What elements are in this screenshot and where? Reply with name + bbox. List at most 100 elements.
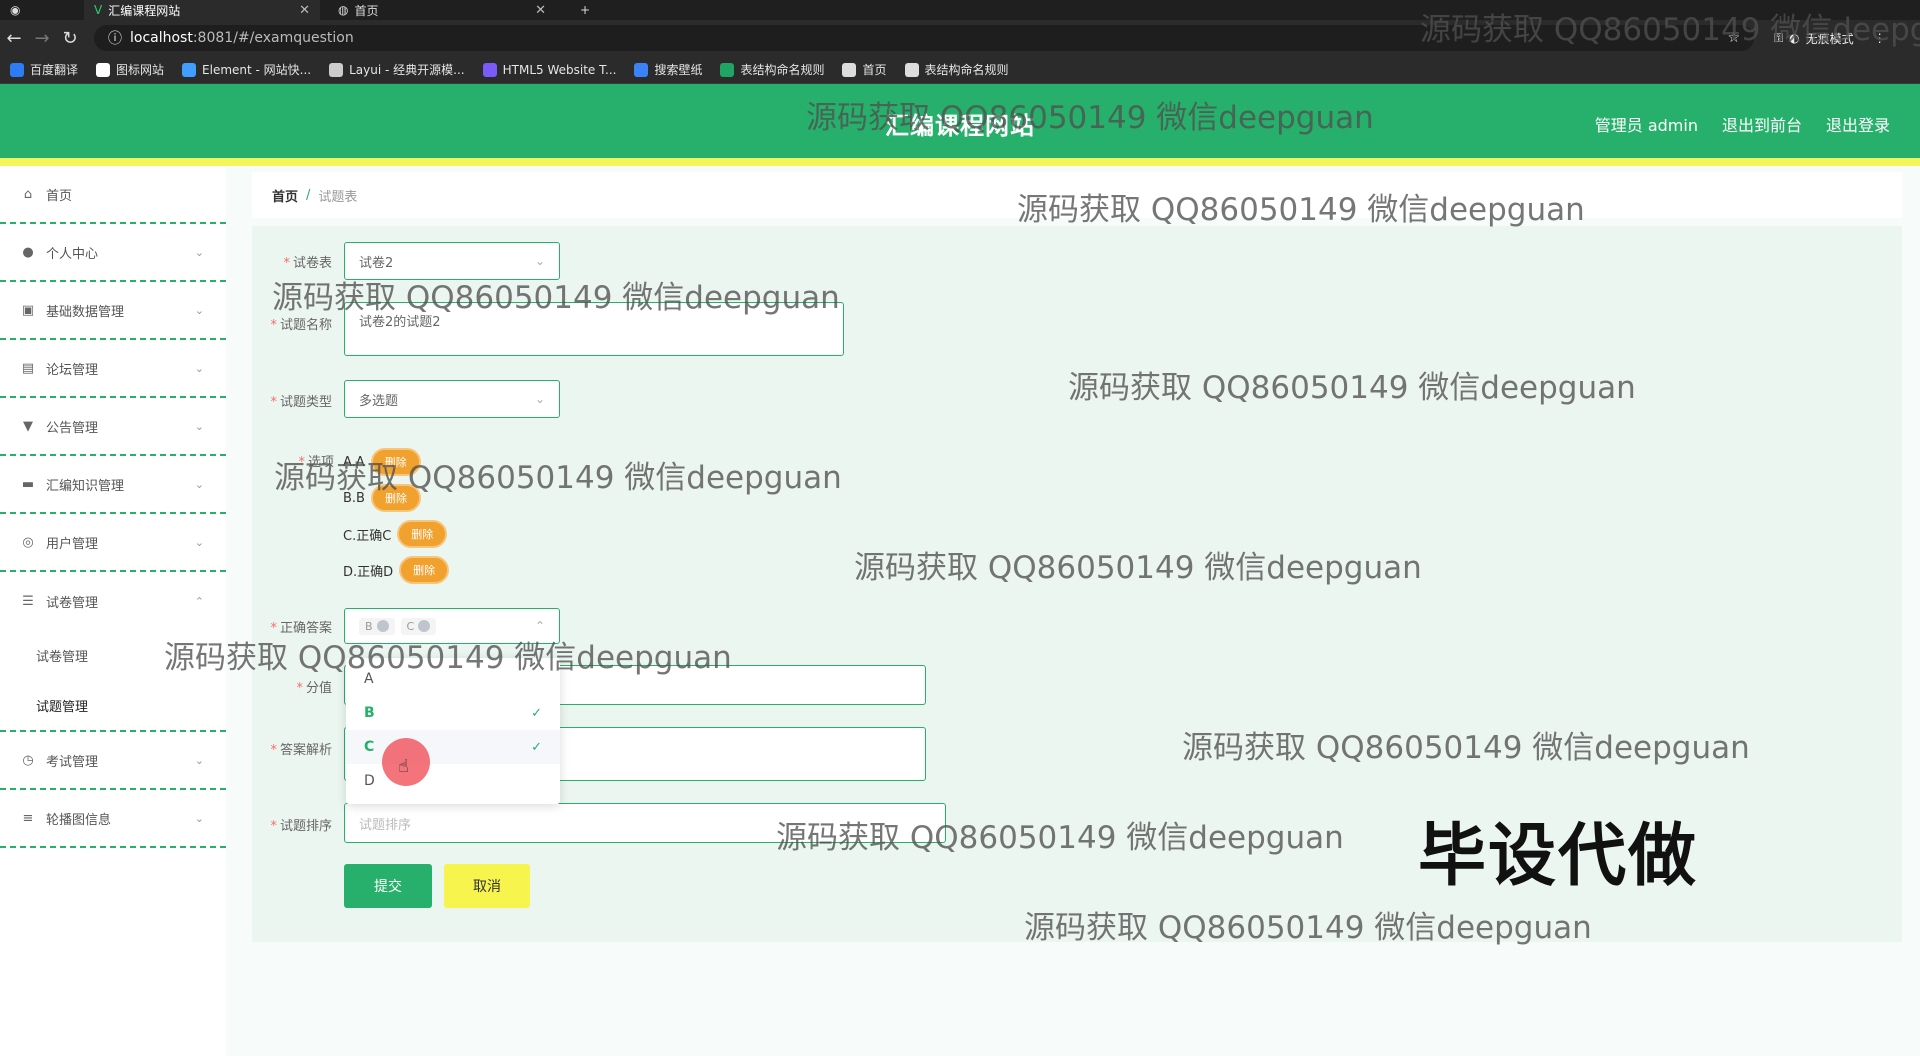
app-header: 汇编课程网站 管理员 admin 退出到前台 退出登录: [0, 84, 1920, 158]
watermark-large: 毕设代做: [1418, 817, 1699, 896]
breadcrumb-separator: /: [306, 187, 311, 203]
cancel-button[interactable]: 取消: [444, 864, 530, 908]
user-icon: ●: [22, 244, 34, 260]
browser-menu-icon[interactable]: ◉: [0, 0, 40, 20]
home-icon: ⌂: [23, 186, 33, 202]
forum-icon: ▤: [21, 360, 35, 376]
breadcrumb: 首页 / 试题表: [252, 172, 1902, 218]
submit-button[interactable]: 提交: [344, 864, 432, 908]
sidebar-item[interactable]: ◷ 考试管理 ⌄: [0, 732, 226, 790]
back-icon[interactable]: ←: [0, 28, 28, 49]
option-row: A.A 删除: [343, 448, 421, 476]
check-icon: ✓: [531, 739, 542, 755]
tab-favicon-icon: ◍: [338, 3, 349, 17]
score-label: * 分值: [296, 681, 332, 696]
sidebar-item[interactable]: ▣ 基础数据管理 ⌄: [0, 282, 226, 340]
dropdown-option[interactable]: D: [346, 764, 560, 798]
dropdown-option[interactable]: B ✓: [346, 696, 560, 730]
bookmark-icon: [329, 62, 344, 77]
clock-icon: ◷: [22, 752, 34, 768]
chevron-down-icon: ⌄: [534, 254, 545, 268]
forward-icon[interactable]: →: [28, 28, 56, 49]
sidebar-item[interactable]: ▬ 汇编知识管理 ⌄: [0, 456, 226, 514]
delete-option-button[interactable]: 删除: [370, 484, 421, 512]
bookmark-item[interactable]: 表结构命名规则: [904, 61, 1009, 78]
bookmark-icon: [482, 62, 497, 77]
sidebar-item[interactable]: ◎ 用户管理 ⌄: [0, 514, 226, 572]
sort-label: * 试题排序: [270, 819, 332, 834]
info-icon: ⓘ: [108, 31, 122, 47]
more-icon[interactable]: ⋮: [1874, 31, 1886, 45]
bookmark-icon: [842, 62, 857, 77]
bookmark-star-icon[interactable]: ☆: [1727, 30, 1740, 46]
sidebar-item[interactable]: ⌂ 首页: [0, 166, 226, 224]
sidebar-item[interactable]: ▤ 论坛管理 ⌄: [0, 340, 226, 398]
option-row: C.正确C 删除: [343, 520, 448, 548]
paper-select[interactable]: 试卷2 ⌄: [344, 242, 560, 280]
browser-tab-bar: ◉ V 汇编课程网站 ✕ ◍ 首页 ✕ +: [0, 0, 1920, 20]
bookmark-item[interactable]: 表结构命名规则: [720, 61, 824, 78]
answer-label: * 正确答案: [270, 621, 332, 636]
type-label: * 试题类型: [270, 395, 332, 410]
incognito-icon: ◐: [1789, 31, 1800, 45]
answer-tag: C: [400, 617, 437, 635]
url-input[interactable]: ⓘ localhost :8081/#/examquestion ☆: [94, 25, 1754, 51]
type-select[interactable]: 多选题 ⌄: [344, 380, 560, 418]
header-accent-bar: [0, 158, 1920, 166]
sidebar-subitem[interactable]: 试卷管理: [0, 630, 226, 680]
bookmark-icon: [96, 62, 111, 77]
sort-input[interactable]: 试题排序: [344, 803, 946, 843]
delete-option-button[interactable]: 删除: [370, 448, 421, 476]
breadcrumb-home[interactable]: 首页: [272, 186, 298, 205]
answer-multiselect[interactable]: B C ⌃: [344, 608, 560, 644]
tag-close-icon[interactable]: [376, 620, 389, 632]
sliders-icon: ≡: [22, 810, 34, 826]
tab-app[interactable]: V 汇编课程网站 ✕: [84, 0, 320, 20]
incognito-indicator[interactable]: ⚿ ◐ 无痕模式 ⋮: [1774, 30, 1886, 47]
sidebar-item[interactable]: ☰ 试卷管理 ⌃: [0, 572, 226, 630]
tab-close-icon[interactable]: ✕: [535, 3, 546, 18]
bookmark-item[interactable]: HTML5 Website T...: [482, 62, 616, 77]
tag-close-icon[interactable]: [418, 620, 431, 632]
answer-dropdown: A B ✓ C ✓ D: [346, 658, 560, 804]
bookmark-item[interactable]: Layui - 经典开源模...: [329, 61, 465, 78]
paper-label: * 试卷表: [283, 256, 332, 271]
chevron-down-icon: ⌄: [194, 535, 204, 549]
key-icon: ⚿: [1774, 30, 1784, 45]
bookmark-item[interactable]: Element - 网站快...: [182, 61, 311, 78]
tab-favicon-icon: V: [94, 3, 103, 17]
sidebar-item[interactable]: ● 个人中心 ⌄: [0, 224, 226, 282]
delete-option-button[interactable]: 删除: [397, 520, 448, 548]
sidebar-item[interactable]: ≡ 轮播图信息 ⌄: [0, 790, 226, 848]
users-icon: ◎: [22, 534, 34, 550]
delete-option-button[interactable]: 删除: [399, 556, 450, 584]
bookmark-item[interactable]: 搜索壁纸: [634, 61, 702, 78]
new-tab-button[interactable]: +: [570, 0, 600, 20]
bookmark-icon: [634, 62, 649, 77]
chevron-down-icon: ⌄: [194, 477, 204, 491]
list-icon: ☰: [22, 593, 34, 609]
bookmark-item[interactable]: 图标网站: [96, 61, 164, 78]
chevron-down-icon: ⌄: [194, 245, 204, 259]
name-textarea[interactable]: 试卷2的试题2: [344, 302, 844, 356]
bookmark-icon: [720, 62, 735, 77]
bookmark-item[interactable]: 首页: [842, 61, 887, 78]
tab-close-icon[interactable]: ✕: [299, 3, 310, 18]
dropdown-option[interactable]: A: [346, 662, 560, 696]
sidebar-item[interactable]: ▼ 公告管理 ⌄: [0, 398, 226, 456]
bookmark-item[interactable]: 百度翻译: [10, 61, 78, 78]
sidebar-submenu: 试卷管理 试题管理: [0, 630, 226, 732]
logout-link[interactable]: 退出登录: [1826, 112, 1890, 136]
dropdown-option[interactable]: C ✓: [346, 730, 560, 764]
bookmarks-bar: 百度翻译 图标网站 Element - 网站快... Layui - 经典开源模...…: [0, 56, 1920, 84]
chevron-down-icon: ⌄: [534, 392, 545, 406]
hand-cursor-icon: ☝: [398, 756, 409, 777]
check-icon: ✓: [531, 705, 542, 721]
name-label: * 试题名称: [270, 318, 332, 333]
admin-user-label: 管理员 admin: [1594, 116, 1698, 135]
sidebar-subitem[interactable]: 试题管理: [0, 680, 226, 730]
chevron-down-icon: ⌄: [194, 361, 204, 375]
back-to-front-link[interactable]: 退出到前台: [1722, 112, 1802, 136]
reload-icon[interactable]: ↻: [56, 28, 84, 49]
tab-home[interactable]: ◍ 首页 ✕: [328, 0, 556, 20]
